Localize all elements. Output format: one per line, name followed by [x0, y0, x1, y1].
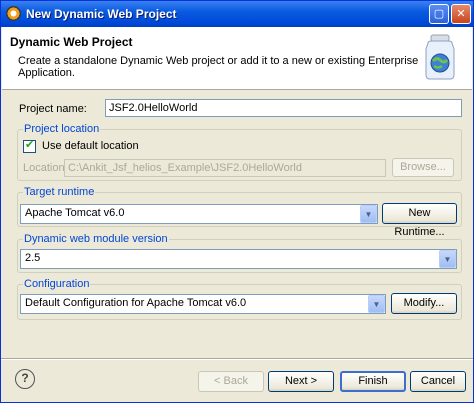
wizard-title: Dynamic Web Project: [10, 35, 133, 49]
window-title: New Dynamic Web Project: [26, 7, 177, 21]
module-version-selected: 2.5: [25, 252, 41, 264]
use-default-location-checkbox[interactable]: ✔: [23, 139, 36, 153]
eclipse-icon: [6, 6, 21, 21]
target-runtime-group: Target runtime Apache Tomcat v6.0 ▼ New …: [17, 186, 462, 238]
chevron-down-icon[interactable]: ▼: [439, 250, 456, 268]
chevron-down-icon[interactable]: ▼: [368, 295, 385, 313]
new-runtime-button[interactable]: New Runtime...: [382, 203, 457, 238]
use-default-location-label: Use default location: [42, 140, 139, 152]
module-version-group: Dynamic web module version 2.5 ▼: [17, 233, 462, 273]
target-runtime-select[interactable]: Apache Tomcat v6.0 ▼: [20, 204, 378, 224]
configuration-group: Configuration Default Configuration for …: [17, 278, 462, 320]
close-icon: ✕: [456, 8, 466, 20]
project-location-group: Project location ✔ Use default location …: [17, 123, 462, 181]
chevron-down-icon[interactable]: ▼: [360, 205, 377, 223]
next-button[interactable]: Next >: [268, 371, 334, 392]
target-runtime-group-label: Target runtime: [23, 186, 96, 198]
footer-separator: [1, 358, 473, 360]
cancel-button[interactable]: Cancel: [410, 371, 466, 392]
wizard-header: Dynamic Web Project Create a standalone …: [2, 27, 472, 90]
finish-button[interactable]: Finish: [340, 371, 406, 392]
browse-button[interactable]: Browse...: [392, 158, 454, 177]
web-project-jar-icon: [425, 34, 455, 80]
new-project-dialog: New Dynamic Web Project ▢ ✕ Dynamic Web …: [0, 0, 474, 403]
project-location-group-label: Project location: [23, 123, 101, 135]
project-name-label: Project name:: [19, 103, 87, 115]
title-bar[interactable]: New Dynamic Web Project ▢ ✕: [1, 1, 473, 27]
maximize-icon: ▢: [433, 8, 445, 20]
configuration-select[interactable]: Default Configuration for Apache Tomcat …: [20, 294, 386, 314]
maximize-button[interactable]: ▢: [429, 4, 449, 24]
location-label: Location:: [23, 162, 68, 174]
wizard-description: Create a standalone Dynamic Web project …: [18, 55, 419, 79]
modify-button[interactable]: Modify...: [391, 293, 457, 314]
help-icon[interactable]: ?: [15, 369, 35, 389]
location-input[interactable]: C:\Ankit_Jsf_helios_Example\JSF2.0HelloW…: [64, 159, 386, 177]
checkmark-icon: ✔: [25, 139, 35, 151]
configuration-group-label: Configuration: [23, 278, 91, 290]
module-version-group-label: Dynamic web module version: [23, 233, 169, 245]
module-version-select[interactable]: 2.5 ▼: [20, 249, 457, 269]
project-name-input[interactable]: JSF2.0HelloWorld: [105, 99, 462, 117]
back-button[interactable]: < Back: [198, 371, 264, 392]
configuration-selected: Default Configuration for Apache Tomcat …: [25, 297, 247, 309]
close-button[interactable]: ✕: [451, 4, 471, 24]
target-runtime-selected: Apache Tomcat v6.0: [25, 207, 125, 219]
